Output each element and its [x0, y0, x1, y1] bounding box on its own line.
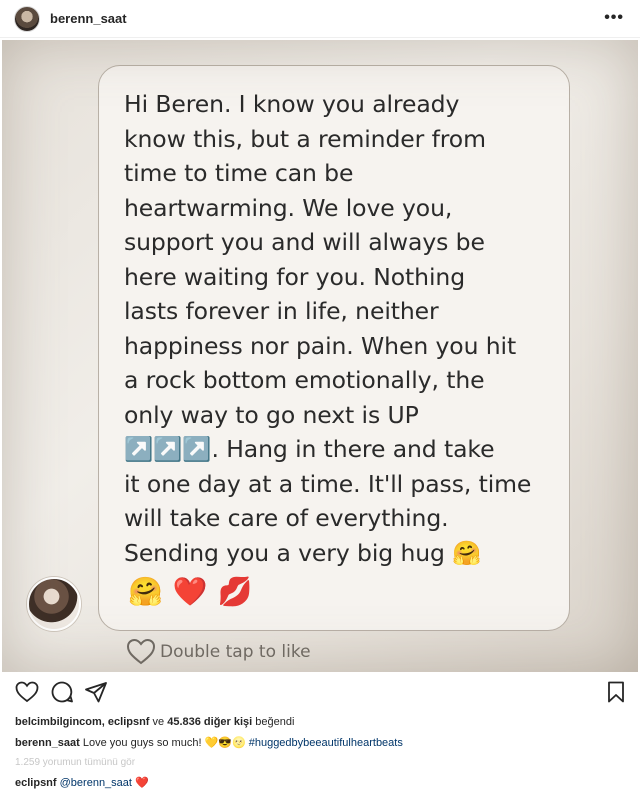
- comment: eclipsnf @berenn_saat ❤️: [15, 776, 149, 789]
- heart-icon[interactable]: [15, 680, 39, 704]
- double-tap-hint: Double tap to like: [126, 638, 311, 665]
- double-tap-label: Double tap to like: [160, 641, 311, 662]
- comment-mention[interactable]: @berenn_saat: [60, 777, 132, 789]
- message-emojis: 🤗 ❤️ 💋: [128, 577, 253, 607]
- caption-emojis: 💛😎🌝: [204, 737, 246, 749]
- liked-by-users[interactable]: belcimbilgincom, eclipsnf: [15, 716, 149, 728]
- likes-suffix: beğendi: [255, 716, 295, 728]
- comment-emoji: ❤️: [135, 777, 149, 789]
- heart-outline-icon: [126, 638, 156, 665]
- avatar[interactable]: [14, 5, 40, 32]
- view-all-comments-link[interactable]: 1.259 yorumun tümünü gör: [15, 757, 135, 768]
- bookmark-icon[interactable]: [604, 680, 628, 704]
- action-bar: [0, 680, 640, 706]
- heart-emoji: ❤️: [172, 576, 208, 607]
- post-photo[interactable]: Hi Beren. I know you already know this, …: [2, 40, 638, 672]
- comment-username[interactable]: eclipsnf: [15, 777, 57, 789]
- kiss-emoji: 💋: [217, 576, 253, 607]
- comment-icon[interactable]: [50, 680, 74, 704]
- message-text: Hi Beren. I know you already know this, …: [124, 90, 532, 567]
- share-icon[interactable]: [84, 680, 108, 704]
- likes-connector: ve: [152, 716, 165, 728]
- message-avatar: [27, 577, 81, 631]
- caption-text: Love you guys so much!: [82, 737, 202, 749]
- hug-emoji: 🤗: [128, 576, 163, 607]
- caption-hashtag[interactable]: #huggedbybeeautifulheartbeats: [249, 737, 403, 749]
- post-header: berenn_saat •••: [0, 0, 640, 38]
- caption-username[interactable]: berenn_saat: [15, 737, 80, 749]
- more-icon[interactable]: •••: [604, 9, 624, 27]
- likes-summary: belcimbilgincom, eclipsnf ve 45.836 diğe…: [15, 716, 294, 728]
- post-username[interactable]: berenn_saat: [50, 11, 127, 26]
- post-caption: berenn_saat Love you guys so much! 💛😎🌝 #…: [15, 736, 403, 749]
- likes-others[interactable]: 45.836 diğer kişi: [167, 716, 252, 728]
